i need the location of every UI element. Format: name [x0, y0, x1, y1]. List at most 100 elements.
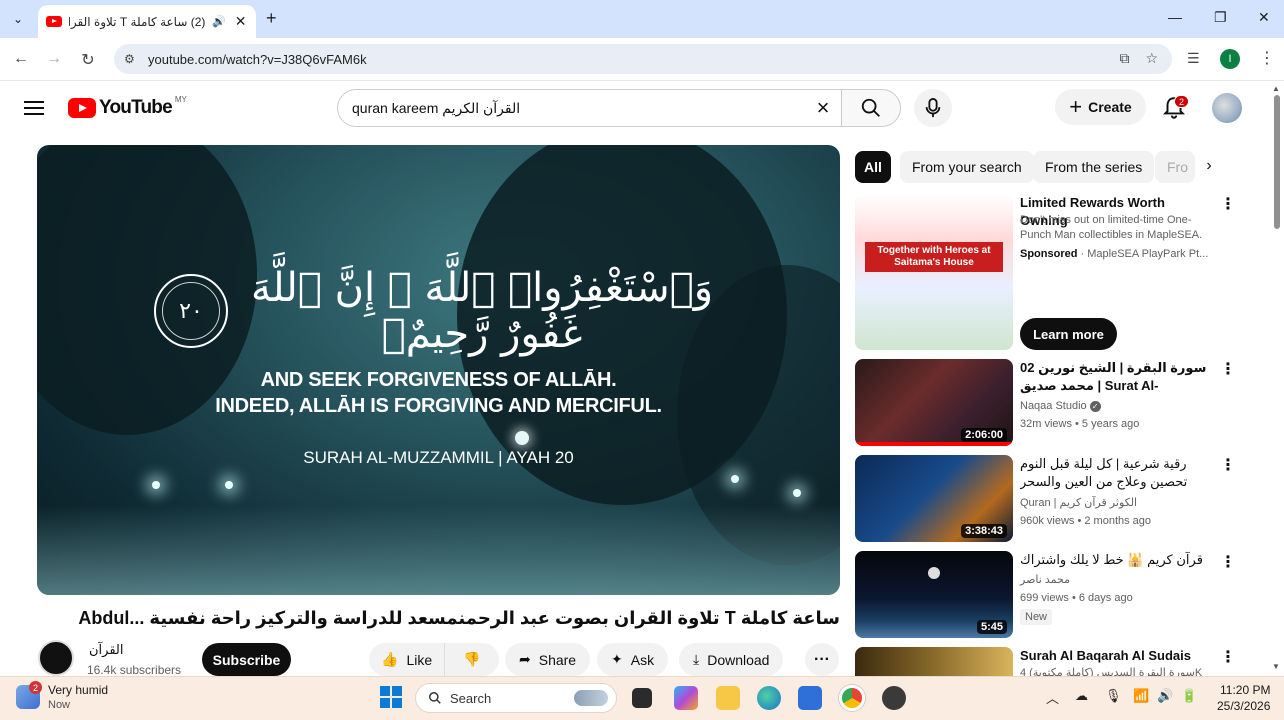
clear-search-icon[interactable]: ×	[811, 96, 835, 120]
weather-condition[interactable]: Very humid	[48, 683, 108, 697]
chip-from-your-search[interactable]: From your search	[900, 151, 1034, 183]
video-more-icon[interactable]: ⋮	[1220, 359, 1236, 379]
ad-more-icon[interactable]: ⋮	[1220, 194, 1236, 214]
youtube-play-icon	[68, 98, 96, 118]
search-input[interactable]: quran kareem القرآن الكريم ×	[337, 89, 841, 127]
chrome-icon[interactable]	[839, 685, 865, 711]
volume-icon[interactable]: 🔊	[1157, 688, 1173, 704]
plus-icon: +	[1069, 94, 1083, 119]
scroll-up-arrow-icon[interactable]: ▲	[1272, 84, 1280, 93]
ad-thumbnail[interactable]: Together with Heroes at Saitama's House	[855, 194, 1013, 350]
tray-overflow-chevron-icon[interactable]: ︿	[1046, 688, 1059, 707]
video-more-icon[interactable]: ⋮	[1220, 647, 1236, 667]
back-arrow-icon[interactable]: ←	[11, 50, 31, 68]
thumbs-down-icon: 👎	[463, 651, 481, 667]
related-channel-name[interactable]: Quran | الكوثر قرآن كريم	[1020, 496, 1137, 509]
scrollbar-thumb[interactable]	[1274, 95, 1280, 229]
video-thumbnail[interactable]: 3:38:43	[855, 455, 1013, 542]
minimize-icon[interactable]: —	[1168, 9, 1182, 25]
street-lamp	[225, 481, 233, 489]
forward-arrow-icon[interactable]: →	[44, 50, 64, 68]
download-button[interactable]: ⤓ Download	[679, 643, 784, 676]
url-text[interactable]: youtube.com/watch?v=J38Q6vFAM6k	[148, 52, 367, 67]
share-button[interactable]: ➦ Share	[505, 643, 591, 676]
weather-badge: 2	[29, 681, 42, 694]
street-lamp	[793, 489, 801, 497]
search-button[interactable]	[841, 89, 901, 127]
new-tab-button[interactable]: +	[266, 8, 277, 29]
extensions-icon[interactable]: ☰	[1187, 50, 1200, 67]
download-label: Download	[707, 651, 770, 668]
file-explorer-icon[interactable]	[716, 686, 740, 710]
profile-avatar[interactable]: I	[1220, 49, 1240, 69]
battery-icon[interactable]: 🔋	[1181, 688, 1197, 704]
ad-sponsor-line: Sponsored · MapleSEA PlayPark Pt...	[1020, 248, 1209, 260]
like-button[interactable]: 👍 Like	[369, 643, 446, 676]
restore-window-icon[interactable]: ❐	[1214, 9, 1227, 26]
learn-more-button[interactable]: Learn more	[1020, 318, 1117, 350]
ad-description: Don't miss out on limited-time One-Punch…	[1020, 214, 1203, 241]
duration-badge: 3:38:43	[961, 524, 1007, 538]
windows-start-icon[interactable]	[380, 686, 402, 708]
close-window-icon[interactable]: ✕	[1258, 9, 1270, 26]
install-app-icon[interactable]: ⧉	[1119, 50, 1129, 67]
tab-search-menu-button[interactable]: ⌄	[6, 8, 30, 30]
address-bar[interactable]: ⚙ youtube.com/watch?v=J38Q6vFAM6k ⧉ ☆	[114, 44, 1172, 74]
edge-browser-icon[interactable]	[757, 686, 781, 710]
search-input-value[interactable]: quran kareem القرآن الكريم	[352, 100, 520, 117]
related-video-title[interactable]: قرآن كريم 🕌 خط لا يلك واشتراك	[1020, 551, 1208, 569]
weather-time: Now	[48, 699, 71, 711]
video-player[interactable]: ٢٠ وَٱسْتَغْفِرُوا۟ ٱللَّهَ ۖ إِنَّ ٱللَ…	[37, 145, 840, 595]
more-actions-button[interactable]: ···	[805, 643, 839, 676]
street-lamp	[731, 475, 739, 483]
microphone-tray-icon[interactable]: 🎙	[1105, 688, 1122, 704]
tab-close-icon[interactable]: ✕	[233, 13, 248, 30]
ad-thumbnail-banner: Together with Heroes at Saitama's House	[865, 242, 1003, 272]
chevron-right-icon[interactable]: ›	[1198, 157, 1220, 175]
scroll-down-arrow-icon[interactable]: ▼	[1272, 662, 1280, 671]
chip-all[interactable]: All	[855, 151, 891, 183]
create-button[interactable]: + Create	[1055, 89, 1146, 125]
youtube-logo[interactable]: YouTube MY	[68, 95, 187, 119]
video-thumbnail[interactable]: 5:45	[855, 551, 1013, 638]
english-translation-line1: AND SEEK FORGIVENESS OF ALLĀH.	[260, 369, 617, 391]
audio-playing-icon[interactable]: 🔊	[212, 15, 226, 28]
microsoft-store-icon[interactable]	[798, 686, 822, 710]
dislike-button[interactable]: 👎	[453, 651, 490, 668]
onedrive-paused-icon[interactable]: ☁	[1075, 688, 1088, 704]
site-info-icon[interactable]: ⚙	[124, 52, 144, 66]
sponsored-label: Sponsored	[1020, 248, 1078, 260]
video-thumbnail[interactable]	[855, 647, 1013, 676]
related-video-title[interactable]: رقية شرعية | كل ليلة قبل النوم تحصين وعل…	[1020, 455, 1208, 491]
sparkle-icon: ✦	[611, 651, 623, 667]
chip-truncated[interactable]: Fro	[1155, 151, 1195, 183]
browser-tab-active[interactable]: (2) ساعة كاملة T تلاوة القران 🔊 ✕	[38, 5, 256, 38]
wifi-icon[interactable]: 📶	[1133, 688, 1149, 704]
copilot-icon[interactable]	[674, 686, 698, 710]
channel-name[interactable]: القرآن	[89, 642, 123, 658]
subscribe-button[interactable]: Subscribe	[202, 643, 291, 676]
clock-time[interactable]: 11:20 PM	[1220, 683, 1270, 697]
task-view-icon[interactable]	[632, 688, 652, 708]
related-channel-name[interactable]: Naqaa Studio	[1020, 400, 1087, 412]
channel-avatar[interactable]	[38, 640, 74, 676]
video-thumbnail[interactable]: 2:06:00	[855, 359, 1013, 446]
voice-search-button[interactable]	[914, 89, 952, 127]
account-avatar[interactable]	[1212, 93, 1242, 123]
browser-menu-icon[interactable]: ⋮	[1259, 48, 1275, 68]
ask-label: Ask	[630, 651, 655, 668]
related-video-title[interactable]: Surah Al Baqarah Al Sudais 4K	[1020, 647, 1208, 665]
ask-button[interactable]: ✦ Ask	[597, 643, 669, 676]
bookmark-star-icon[interactable]: ☆	[1145, 50, 1158, 67]
video-more-icon[interactable]: ⋮	[1220, 455, 1236, 475]
clock-date[interactable]: 25/3/2026	[1217, 699, 1270, 713]
related-channel-name[interactable]: محمد ناصر	[1020, 573, 1070, 586]
reload-icon[interactable]: ↻	[78, 50, 98, 70]
hamburger-menu-icon[interactable]	[24, 97, 44, 119]
chip-from-the-series[interactable]: From the series	[1033, 151, 1155, 183]
video-more-icon[interactable]: ⋮	[1220, 552, 1236, 572]
taskbar-search-box[interactable]: Search	[415, 683, 617, 713]
pinned-app-icon[interactable]	[882, 686, 906, 710]
related-video-title[interactable]: 02 سورة البقرة | الشيخ نورين محمد صديق |…	[1020, 359, 1208, 395]
snow-ground	[37, 505, 840, 595]
